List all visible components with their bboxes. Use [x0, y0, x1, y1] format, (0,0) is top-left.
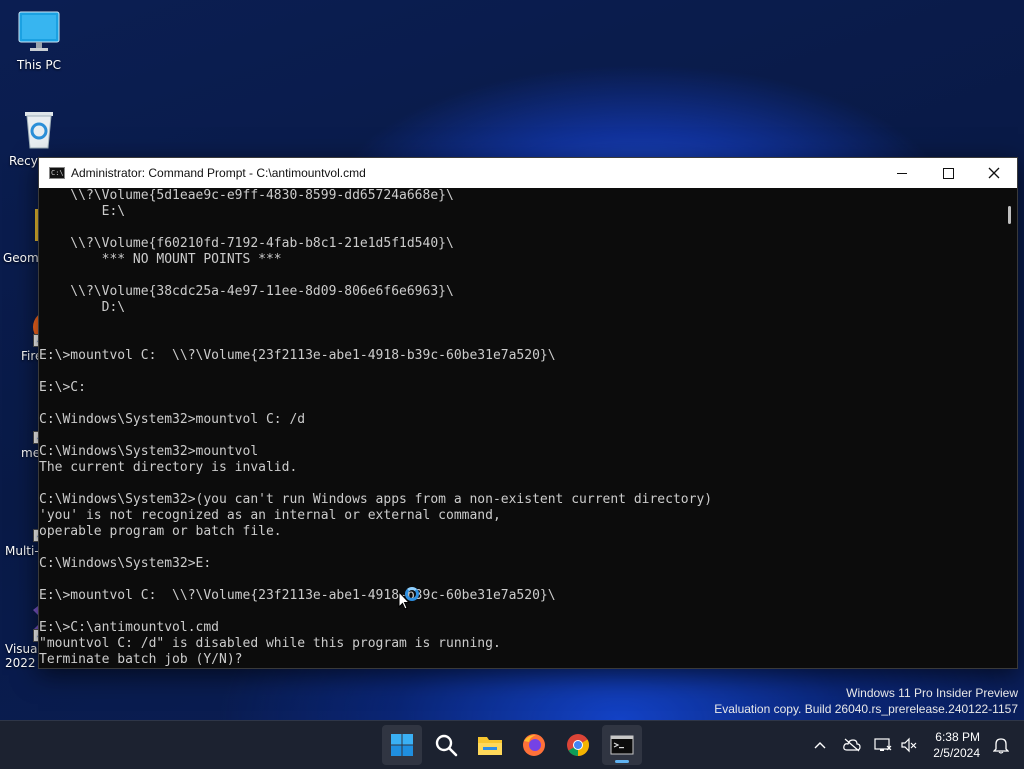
console-line — [39, 220, 999, 236]
network-icon — [874, 738, 892, 751]
window-title: Administrator: Command Prompt - C:\antim… — [71, 166, 366, 180]
chevron-up-icon — [814, 742, 826, 749]
search-button[interactable] — [426, 725, 466, 765]
network-tray-button[interactable] — [872, 721, 894, 769]
console-line — [39, 332, 999, 348]
title-bar[interactable]: C:\ Administrator: Command Prompt - C:\a… — [39, 158, 1017, 188]
recycle-bin-icon — [19, 106, 59, 150]
firefox-taskbar-button[interactable] — [514, 725, 554, 765]
console-line — [39, 604, 999, 620]
notification-bell-icon — [993, 738, 1009, 754]
console-line: D:\ — [39, 300, 126, 315]
firefox-icon — [523, 734, 545, 756]
minimize-icon — [897, 172, 907, 174]
vertical-scrollbar[interactable] — [1001, 188, 1017, 666]
desktop-icon-label: This PC — [17, 58, 61, 72]
console-line: The current directory is invalid. — [39, 460, 298, 475]
cloud-icon — [843, 738, 861, 752]
close-icon — [988, 167, 1000, 179]
volume-tray-button[interactable] — [898, 721, 920, 769]
close-button[interactable] — [971, 158, 1017, 188]
console-output[interactable]: \\?\Volume{5d1eae9c-e9ff-4830-8599-dd657… — [39, 188, 999, 666]
clock-time: 6:38 PM — [935, 730, 980, 744]
console-line — [39, 396, 999, 412]
taskbar: 6:38 PM 2/5/2024 — [0, 720, 1024, 769]
maximize-icon — [942, 167, 954, 179]
console-line: Terminate batch job (Y/N)? — [39, 652, 243, 666]
console-line — [39, 572, 999, 588]
file-explorer-icon — [478, 737, 502, 755]
console-line: C:\Windows\System32>mountvol C: /d — [39, 412, 306, 427]
console-line: *** NO MOUNT POINTS *** — [39, 252, 282, 267]
clock-date: 2/5/2024 — [933, 746, 980, 760]
console-line: \\?\Volume{5d1eae9c-e9ff-4830-8599-dd657… — [39, 188, 454, 203]
mouse-pointer-icon — [398, 591, 410, 610]
console-line: E:\>mountvol C: \\?\Volume{23f2113e-abe1… — [39, 348, 556, 363]
monitor-icon — [18, 10, 60, 54]
console-line: \\?\Volume{38cdc25a-4e97-11ee-8d09-806e6… — [39, 284, 454, 299]
console-line — [39, 364, 999, 380]
command-prompt-taskbar-button[interactable] — [602, 725, 642, 765]
console-line — [39, 316, 999, 332]
show-hidden-icons-button[interactable] — [808, 721, 832, 769]
console-line: C:\Windows\System32>mountvol — [39, 444, 259, 459]
console-line: E:\ — [39, 204, 126, 219]
console-line: E:\>C:\antimountvol.cmd — [39, 620, 220, 635]
start-icon — [391, 734, 413, 756]
notification-center-button[interactable] — [990, 721, 1012, 769]
watermark-build: Evaluation copy. Build 26040.rs_prerelea… — [714, 702, 1018, 716]
maximize-button[interactable] — [925, 158, 971, 188]
console-line — [39, 476, 999, 492]
command-prompt-window[interactable]: C:\ Administrator: Command Prompt - C:\a… — [38, 157, 1018, 669]
command-prompt-icon: C:\ — [49, 167, 65, 179]
console-line — [39, 428, 999, 444]
scrollbar-thumb[interactable] — [1008, 206, 1011, 224]
evaluation-watermark: Windows 11 Pro Insider Preview Evaluatio… — [714, 685, 1018, 717]
chrome-taskbar-button[interactable] — [558, 725, 598, 765]
console-line: E:\>C: — [39, 380, 86, 395]
console-line: C:\Windows\System32>E: — [39, 556, 212, 571]
console-line: 'you' is not recognized as an internal o… — [39, 508, 501, 523]
console-line: operable program or batch file. — [39, 524, 282, 539]
search-icon — [435, 734, 458, 757]
volume-icon — [901, 737, 917, 753]
clock[interactable]: 6:38 PM 2/5/2024 — [933, 729, 980, 761]
active-window-indicator — [615, 760, 629, 763]
onedrive-tray-button[interactable] — [840, 721, 864, 769]
minimize-button[interactable] — [879, 158, 925, 188]
console-line — [39, 268, 999, 284]
start-button[interactable] — [382, 725, 422, 765]
console-line: E:\>mountvol C: \\?\Volume{23f2113e-abe1… — [39, 588, 556, 603]
console-line: "mountvol C: /d" is disabled while this … — [39, 636, 501, 651]
console-line — [39, 540, 999, 556]
command-prompt-icon — [610, 735, 634, 755]
desktop-icon-this-pc[interactable]: This PC — [0, 10, 78, 72]
console-line: C:\Windows\System32>(you can't run Windo… — [39, 492, 713, 507]
watermark-edition: Windows 11 Pro Insider Preview — [846, 686, 1018, 700]
chrome-icon — [567, 734, 589, 756]
file-explorer-button[interactable] — [470, 725, 510, 765]
console-line: \\?\Volume{f60210fd-7192-4fab-b8c1-21e1d… — [39, 236, 454, 251]
